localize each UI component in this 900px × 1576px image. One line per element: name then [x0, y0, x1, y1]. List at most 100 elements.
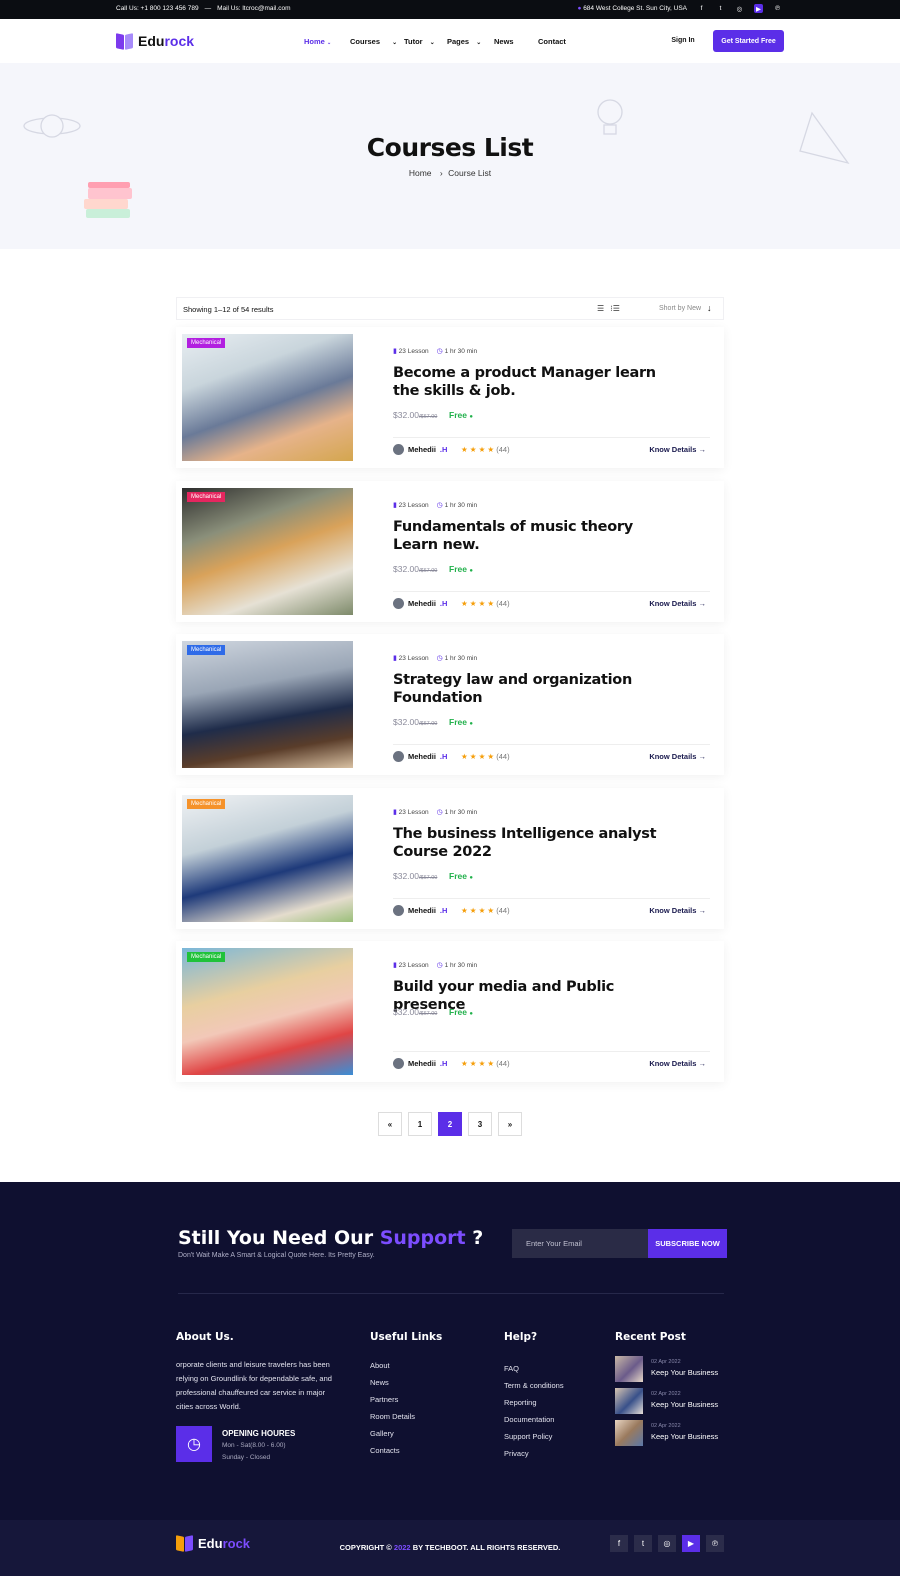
pinterest-icon[interactable]: ℗	[773, 4, 782, 13]
nav-tutor[interactable]: Tutor ⌄	[404, 37, 447, 46]
course-card[interactable]: Mechanical ▮ 23 Lesson ◷ 1 hr 30 min Fun…	[176, 481, 724, 622]
book-icon: ▮	[393, 348, 397, 355]
phone-text[interactable]: Call Us: +1 800 123 456 789	[116, 5, 199, 12]
post-title[interactable]: Keep Your Business	[651, 1400, 718, 1409]
youtube-icon[interactable]: ▶	[682, 1535, 700, 1552]
know-details-link[interactable]: Know Details →	[649, 445, 706, 454]
course-card[interactable]: Mechanical ▮ 23 Lesson ◷ 1 hr 30 min Bui…	[176, 941, 724, 1082]
pinterest-icon[interactable]: ℗	[706, 1535, 724, 1552]
facebook-icon[interactable]: f	[697, 4, 706, 13]
useful-links-list: About News Partners Room Details Gallery…	[370, 1361, 415, 1463]
course-author[interactable]: Mehedii .H	[393, 1058, 447, 1069]
author-name: Mehedii	[408, 906, 436, 915]
course-card[interactable]: Mechanical ▮ 23 Lesson ◷ 1 hr 30 min Bec…	[176, 327, 724, 468]
course-duration: ◷ 1 hr 30 min	[437, 347, 477, 355]
course-card[interactable]: Mechanical ▮ 23 Lesson ◷ 1 hr 30 min Str…	[176, 634, 724, 775]
link-terms[interactable]: Term & conditions	[504, 1381, 564, 1398]
rating: ★ ★ ★ ★ (44)	[461, 752, 510, 761]
course-title[interactable]: Fundamentals of music theory Learn new.	[393, 519, 673, 554]
price-old: /$67.00	[419, 568, 438, 574]
nav-pages[interactable]: Pages ⌄	[447, 37, 494, 46]
link-contacts[interactable]: Contacts	[370, 1446, 415, 1463]
price-current: $32.00	[393, 410, 419, 420]
link-documentation[interactable]: Documentation	[504, 1415, 564, 1432]
author-initial: .H	[439, 906, 448, 915]
nav-news[interactable]: News	[494, 37, 538, 46]
know-details-link[interactable]: Know Details →	[649, 1059, 706, 1068]
recent-post[interactable]: 02 Apr 2022 Keep Your Business	[615, 1420, 765, 1448]
course-title[interactable]: The business Intelligence analyst Course…	[393, 826, 673, 861]
grid-view-icon[interactable]: ⁝☰	[610, 304, 620, 313]
course-price: $32.00/$67.00	[393, 564, 437, 574]
dot-icon: ●	[469, 721, 473, 727]
breadcrumb-separator-icon: ›	[439, 168, 443, 178]
instagram-icon[interactable]: ◎	[735, 4, 744, 13]
pagination-page-2[interactable]: 2	[438, 1112, 462, 1136]
course-card[interactable]: Mechanical ▮ 23 Lesson ◷ 1 hr 30 min The…	[176, 788, 724, 929]
facebook-icon[interactable]: f	[610, 1535, 628, 1552]
link-support-policy[interactable]: Support Policy	[504, 1432, 564, 1449]
free-badge: Free ●	[449, 871, 473, 881]
course-image[interactable]	[182, 795, 353, 922]
recent-post-heading: Recent Post	[615, 1331, 686, 1343]
course-title[interactable]: Become a product Manager learn the skill…	[393, 365, 673, 400]
help-links-list: FAQ Term & conditions Reporting Document…	[504, 1364, 564, 1466]
course-image[interactable]	[182, 334, 353, 461]
post-title[interactable]: Keep Your Business	[651, 1368, 718, 1377]
mail-text[interactable]: Mail Us: ltcroc@mail.com	[217, 5, 290, 12]
nav-courses[interactable]: Courses ⌄	[350, 37, 404, 46]
course-author[interactable]: Mehedii .H	[393, 905, 447, 916]
about-heading: About Us.	[176, 1331, 234, 1343]
nav-home[interactable]: Home ⌄	[304, 37, 350, 46]
list-view-icon[interactable]: ☰	[597, 304, 604, 313]
link-news[interactable]: News	[370, 1378, 415, 1395]
signin-button[interactable]: Sign In	[664, 30, 702, 51]
pagination-page-3[interactable]: 3	[468, 1112, 492, 1136]
recent-post[interactable]: 02 Apr 2022 Keep Your Business	[615, 1356, 765, 1384]
twitter-icon[interactable]: t	[716, 4, 725, 13]
course-author[interactable]: Mehedii .H	[393, 598, 447, 609]
sort-arrow-icon[interactable]: ↓	[707, 303, 712, 313]
course-author[interactable]: Mehedii .H	[393, 751, 447, 762]
twitter-icon[interactable]: t	[634, 1535, 652, 1552]
main-nav: Edurock Home ⌄ Courses ⌄ Tutor ⌄ Pages ⌄…	[0, 19, 900, 63]
lesson-count: ▮ 23 Lesson	[393, 501, 429, 509]
link-about[interactable]: About	[370, 1361, 415, 1378]
email-input[interactable]: Enter Your Email	[512, 1229, 648, 1258]
duration-text: 1 hr 30 min	[444, 962, 478, 969]
get-started-button[interactable]: Get Started Free	[713, 30, 784, 52]
course-image[interactable]	[182, 488, 353, 615]
post-title[interactable]: Keep Your Business	[651, 1432, 718, 1441]
recent-post[interactable]: 02 Apr 2022 Keep Your Business	[615, 1388, 765, 1416]
link-faq[interactable]: FAQ	[504, 1364, 564, 1381]
course-image[interactable]	[182, 641, 353, 768]
lesson-count: ▮ 23 Lesson	[393, 808, 429, 816]
youtube-icon[interactable]: ▶	[754, 4, 763, 13]
logo[interactable]: Edurock	[116, 32, 194, 50]
link-partners[interactable]: Partners	[370, 1395, 415, 1412]
link-reporting[interactable]: Reporting	[504, 1398, 564, 1415]
link-gallery[interactable]: Gallery	[370, 1429, 415, 1446]
pagination-page-1[interactable]: 1	[408, 1112, 432, 1136]
pagination-next[interactable]: »	[498, 1112, 522, 1136]
course-image[interactable]	[182, 948, 353, 1075]
nav-contact[interactable]: Contact	[538, 37, 566, 46]
course-author[interactable]: Mehedii .H	[393, 444, 447, 455]
sort-select[interactable]: Short by New	[659, 305, 701, 312]
know-details-link[interactable]: Know Details →	[649, 752, 706, 761]
course-title[interactable]: Strategy law and organization Foundation	[393, 672, 673, 707]
results-count: Showing 1–12 of 54 results	[183, 305, 274, 314]
lesson-count: ▮ 23 Lesson	[393, 347, 429, 355]
duration-text: 1 hr 30 min	[444, 348, 478, 355]
author-name: Mehedii	[408, 752, 436, 761]
breadcrumb-home[interactable]: Home	[409, 168, 432, 178]
pagination-prev[interactable]: «	[378, 1112, 402, 1136]
author-name: Mehedii	[408, 445, 436, 454]
link-privacy[interactable]: Privacy	[504, 1449, 564, 1466]
know-details-link[interactable]: Know Details →	[649, 906, 706, 915]
know-details-link[interactable]: Know Details →	[649, 599, 706, 608]
link-room-details[interactable]: Room Details	[370, 1412, 415, 1429]
instagram-icon[interactable]: ◎	[658, 1535, 676, 1552]
subscribe-button[interactable]: SUBSCRIBE NOW	[648, 1229, 727, 1258]
about-text: orporate clients and leisure travelers h…	[176, 1360, 332, 1411]
